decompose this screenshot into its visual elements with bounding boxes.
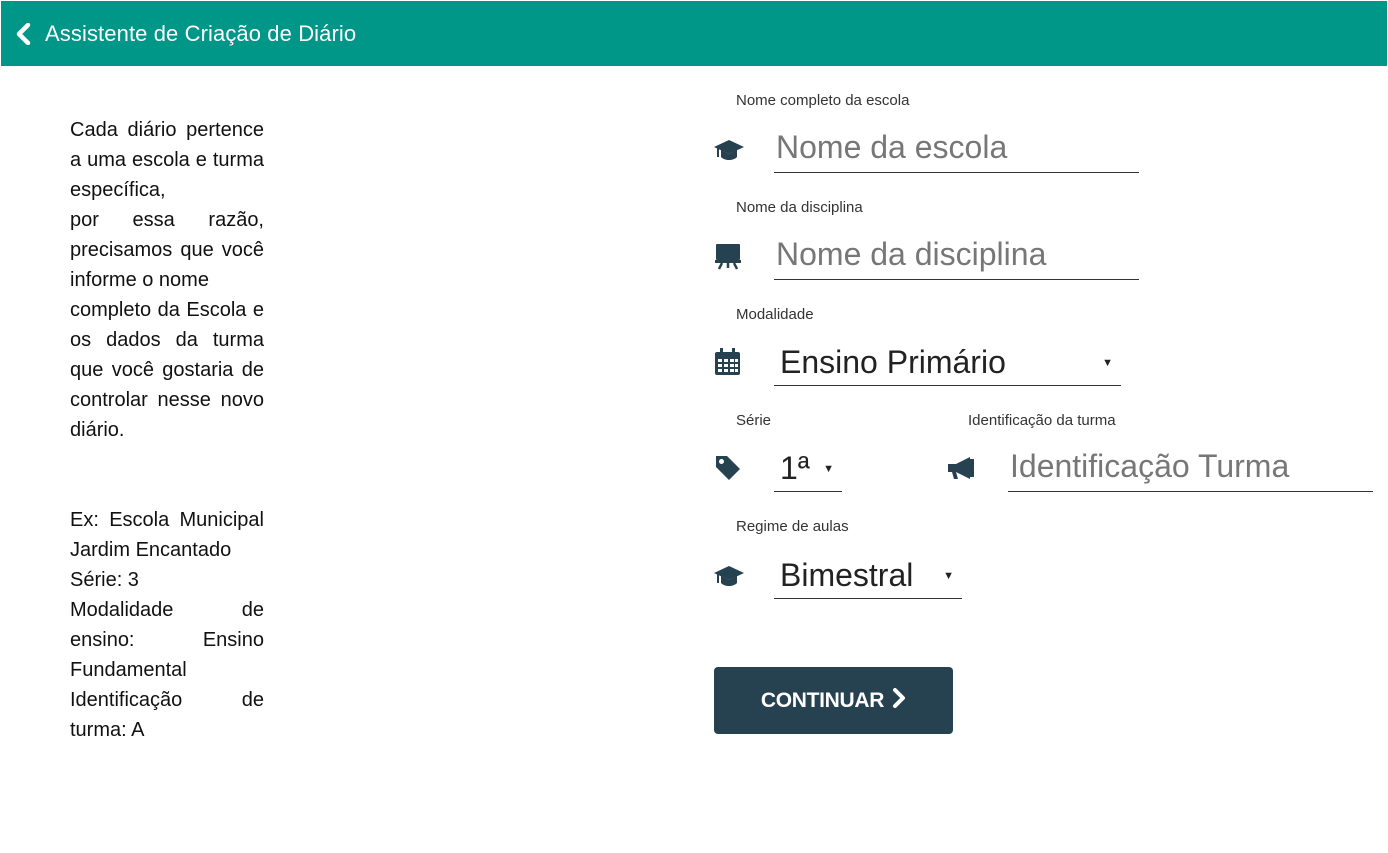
example-line: Identificação de turma: A: [70, 689, 264, 741]
back-button[interactable]: [15, 22, 33, 45]
modality-label: Modalidade: [736, 306, 814, 323]
page-title: Assistente de Criação de Diário: [45, 20, 357, 46]
easel-icon: [714, 242, 742, 275]
subject-label: Nome da disciplina: [736, 199, 863, 216]
continue-label: CONTINUAR: [760, 688, 885, 712]
calendar-icon: [714, 348, 741, 381]
caret-down-icon: ▼: [823, 462, 834, 475]
caret-down-icon: ▼: [943, 569, 954, 582]
modality-select[interactable]: Ensino Primário ▼: [774, 340, 1121, 386]
regime-label: Regime de aulas: [736, 518, 849, 535]
class-id-label: Identificação da turma: [968, 412, 1116, 429]
megaphone-icon: [946, 455, 976, 486]
help-text: Cada diário pertence a uma escola e turm…: [70, 115, 264, 745]
regime-value: Bimestral: [780, 557, 914, 593]
example-line: Série: 3: [70, 569, 139, 591]
caret-down-icon: ▼: [1102, 356, 1113, 369]
modality-value: Ensino Primário: [780, 344, 1006, 380]
class-id-input[interactable]: [1008, 446, 1373, 492]
help-line: completo da Escola e os dados da turma q…: [70, 299, 264, 441]
graduation-cap-icon: [713, 137, 745, 168]
continue-button[interactable]: CONTINUAR: [714, 667, 953, 734]
school-name-label: Nome completo da escola: [736, 92, 910, 109]
grade-select[interactable]: 1ª ▼: [774, 446, 842, 492]
subject-input[interactable]: [774, 234, 1139, 280]
example-line: Ex: Escola Municipal Jardim Encantado: [70, 509, 264, 561]
help-line: por essa razão, precisamos que você info…: [70, 209, 264, 291]
regime-select[interactable]: Bimestral ▼: [774, 553, 962, 599]
app-header: Assistente de Criação de Diário: [1, 1, 1387, 66]
chevron-left-icon: [15, 22, 33, 45]
grade-label: Série: [736, 412, 772, 429]
chevron-right-icon: [884, 687, 906, 714]
grade-value: 1ª: [780, 450, 810, 486]
school-name-input[interactable]: [774, 127, 1139, 173]
help-line: Cada diário pertence a uma escola e turm…: [70, 119, 264, 201]
example-line: Modalidade de ensino: Ensino Fundamental: [70, 599, 264, 681]
tag-icon: [714, 454, 742, 487]
graduation-cap-icon: [713, 563, 745, 594]
